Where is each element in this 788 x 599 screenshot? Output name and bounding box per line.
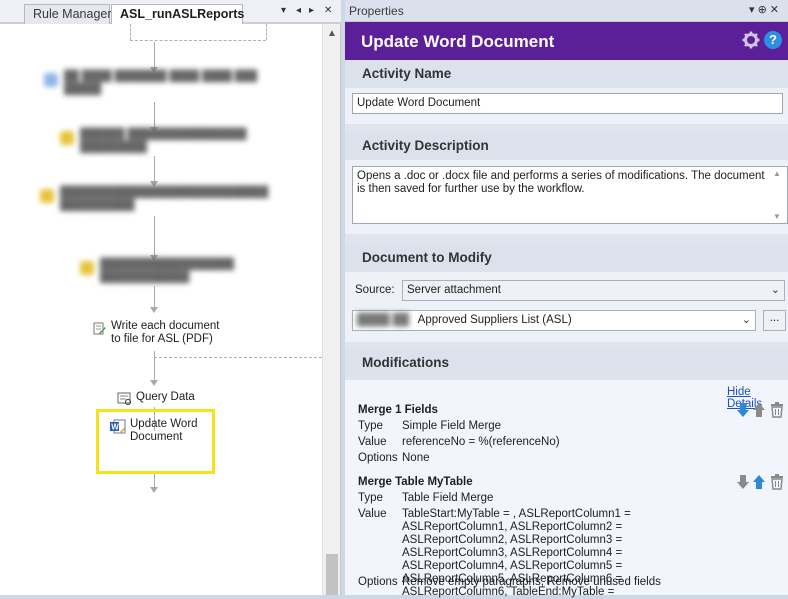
description-scroll-up-icon[interactable]: ▲ [773, 169, 781, 178]
source-select-value: Server attachment [407, 284, 501, 296]
move-down-icon[interactable] [736, 402, 750, 418]
canvas-vertical-scrollbar[interactable]: ▲ [322, 24, 340, 595]
properties-panel: Properties ▾⊕✕ Update Word Document ? Ac… [345, 0, 788, 598]
obscured-activity[interactable]: ██ ████ ███████ ████ ████ ███ █████ [44, 70, 257, 96]
gear-icon[interactable] [742, 31, 760, 49]
obscured-activity[interactable]: ██████████████████ ████████████ [80, 258, 234, 284]
options-value: Remove empty paragraphs, Remove unused f… [402, 576, 661, 588]
activity-icon [60, 131, 74, 145]
activity-title-bar: Update Word Document ? [345, 22, 788, 60]
activity-query-data[interactable]: Query Data [117, 391, 195, 406]
options-value: None [402, 452, 430, 464]
browse-button[interactable]: ... [763, 310, 786, 331]
activity-description-input[interactable]: Opens a .doc or .docx file and performs … [352, 166, 788, 224]
tab-asl-runaslreports[interactable]: ASL_runASLReports [111, 4, 244, 24]
description-scroll-down-icon[interactable]: ▼ [773, 212, 781, 221]
branch-connector [266, 24, 267, 40]
flow-connector [154, 42, 155, 68]
type-value: Table Field Merge [402, 492, 494, 504]
flow-connector [154, 286, 155, 308]
document-select[interactable]: ████ ██ Approved Suppliers List (ASL) ⌄ [352, 310, 756, 331]
scrollbar-thumb[interactable] [326, 554, 338, 595]
obscured-activity-label: ██████ ████████████████ █████████ [80, 128, 247, 153]
activity-write-documents[interactable]: Write each document to file for ASL (PDF… [92, 320, 222, 346]
activity-label: Query Data [136, 391, 195, 403]
write-document-icon [93, 322, 106, 335]
flow-connector [154, 351, 155, 381]
section-heading: Activity Description [345, 132, 788, 160]
activity-icon [40, 189, 54, 203]
query-data-icon [117, 392, 131, 405]
activity-label: Update Word Document [130, 418, 198, 443]
tab-close-icon[interactable]: ✕ [324, 5, 332, 16]
type-label: Type [358, 420, 383, 432]
obscured-activity[interactable]: ██████ ████████████████ █████████ [60, 128, 247, 154]
modification-title: Merge Table MyTable [358, 476, 473, 488]
flow-arrow [150, 307, 158, 313]
source-label: Source: [355, 284, 395, 296]
type-value: Simple Field Merge [402, 420, 502, 432]
panel-controls: ▾⊕✕ [749, 3, 782, 16]
close-icon[interactable]: ✕ [770, 4, 782, 16]
panel-dropdown-icon[interactable]: ▾ [749, 4, 758, 16]
workflow-designer-panel: Rule Manager ASL_runASLReports ▾ ◂ ▸ ✕ █… [0, 0, 341, 595]
modification-title: Merge 1 Fields [358, 404, 438, 416]
branch-connector [130, 40, 266, 41]
properties-panel-title: Properties [349, 4, 404, 18]
obscured-activity[interactable]: ████████████████████████████ ██████████ [40, 186, 268, 212]
activity-icon [44, 73, 58, 87]
flow-connector [154, 216, 155, 256]
tab-scroll-left-icon[interactable]: ◂ [296, 5, 301, 16]
move-down-icon[interactable] [736, 474, 750, 490]
obscured-activity-label: ████████████████████████████ ██████████ [60, 186, 269, 211]
tab-rule-manager[interactable]: Rule Manager [24, 4, 112, 24]
document-to-modify-section: Source: Server attachment ⌄ ████ ██ Appr… [345, 272, 788, 342]
branch-connector [130, 24, 131, 40]
workflow-canvas[interactable]: ██ ████ ███████ ████ ████ ███ █████ █████… [0, 24, 322, 595]
document-select-value: Approved Suppliers List (ASL) [417, 314, 572, 326]
activity-icon [80, 261, 94, 275]
activity-update-word-document[interactable]: W Update Word Document [110, 418, 210, 444]
modifications-section: Hide Details Merge 1 Fields Type Simple … [345, 380, 788, 598]
activity-title: Update Word Document [361, 32, 555, 51]
move-up-icon[interactable] [752, 474, 766, 490]
obscured-activity-label: ██████████████████ ████████████ [100, 258, 234, 283]
document-tab-strip: Rule Manager ASL_runASLReports ▾ ◂ ▸ ✕ [0, 0, 341, 24]
section-heading: Modifications [345, 349, 788, 377]
chevron-down-icon: ⌄ [741, 314, 751, 326]
obscured-activity-label: ██ ████ ███████ ████ ████ ███ █████ [64, 70, 258, 95]
obscured-document-prefix: ████ ██ [357, 314, 410, 326]
activity-name-section: Update Word Document [345, 88, 788, 124]
tab-scroll-right-icon[interactable]: ▸ [309, 5, 314, 16]
flow-arrow [150, 487, 158, 493]
activity-description-section: Opens a .doc or .docx file and performs … [345, 160, 788, 234]
value-label: Value [358, 436, 387, 448]
value-value: referenceNo = %(referenceNo) [402, 436, 560, 448]
scroll-up-icon[interactable]: ▲ [327, 28, 337, 39]
value-label: Value [358, 508, 387, 520]
flow-arrow [150, 380, 158, 386]
move-up-icon[interactable] [752, 402, 766, 418]
branch-connector [154, 357, 322, 358]
help-icon[interactable]: ? [764, 31, 782, 49]
delete-icon[interactable] [770, 402, 784, 418]
options-label: Options [358, 576, 398, 588]
flow-connector [154, 156, 155, 182]
chevron-down-icon: ⌄ [770, 284, 780, 296]
section-heading: Document to Modify [345, 244, 788, 272]
options-label: Options [358, 452, 398, 464]
delete-icon[interactable] [770, 474, 784, 490]
source-select[interactable]: Server attachment ⌄ [402, 280, 785, 301]
activity-name-input[interactable]: Update Word Document [352, 93, 783, 114]
section-heading: Activity Name [345, 60, 788, 88]
pin-icon[interactable]: ⊕ [758, 4, 770, 16]
flow-connector [154, 474, 155, 488]
flow-connector [154, 102, 155, 128]
properties-header: Properties ▾⊕✕ [345, 0, 788, 22]
tab-dropdown-icon[interactable]: ▾ [281, 5, 286, 16]
activity-label: Write each document to file for ASL (PDF… [111, 320, 220, 345]
word-document-icon: W [110, 419, 126, 434]
type-label: Type [358, 492, 383, 504]
svg-text:W: W [111, 423, 119, 432]
